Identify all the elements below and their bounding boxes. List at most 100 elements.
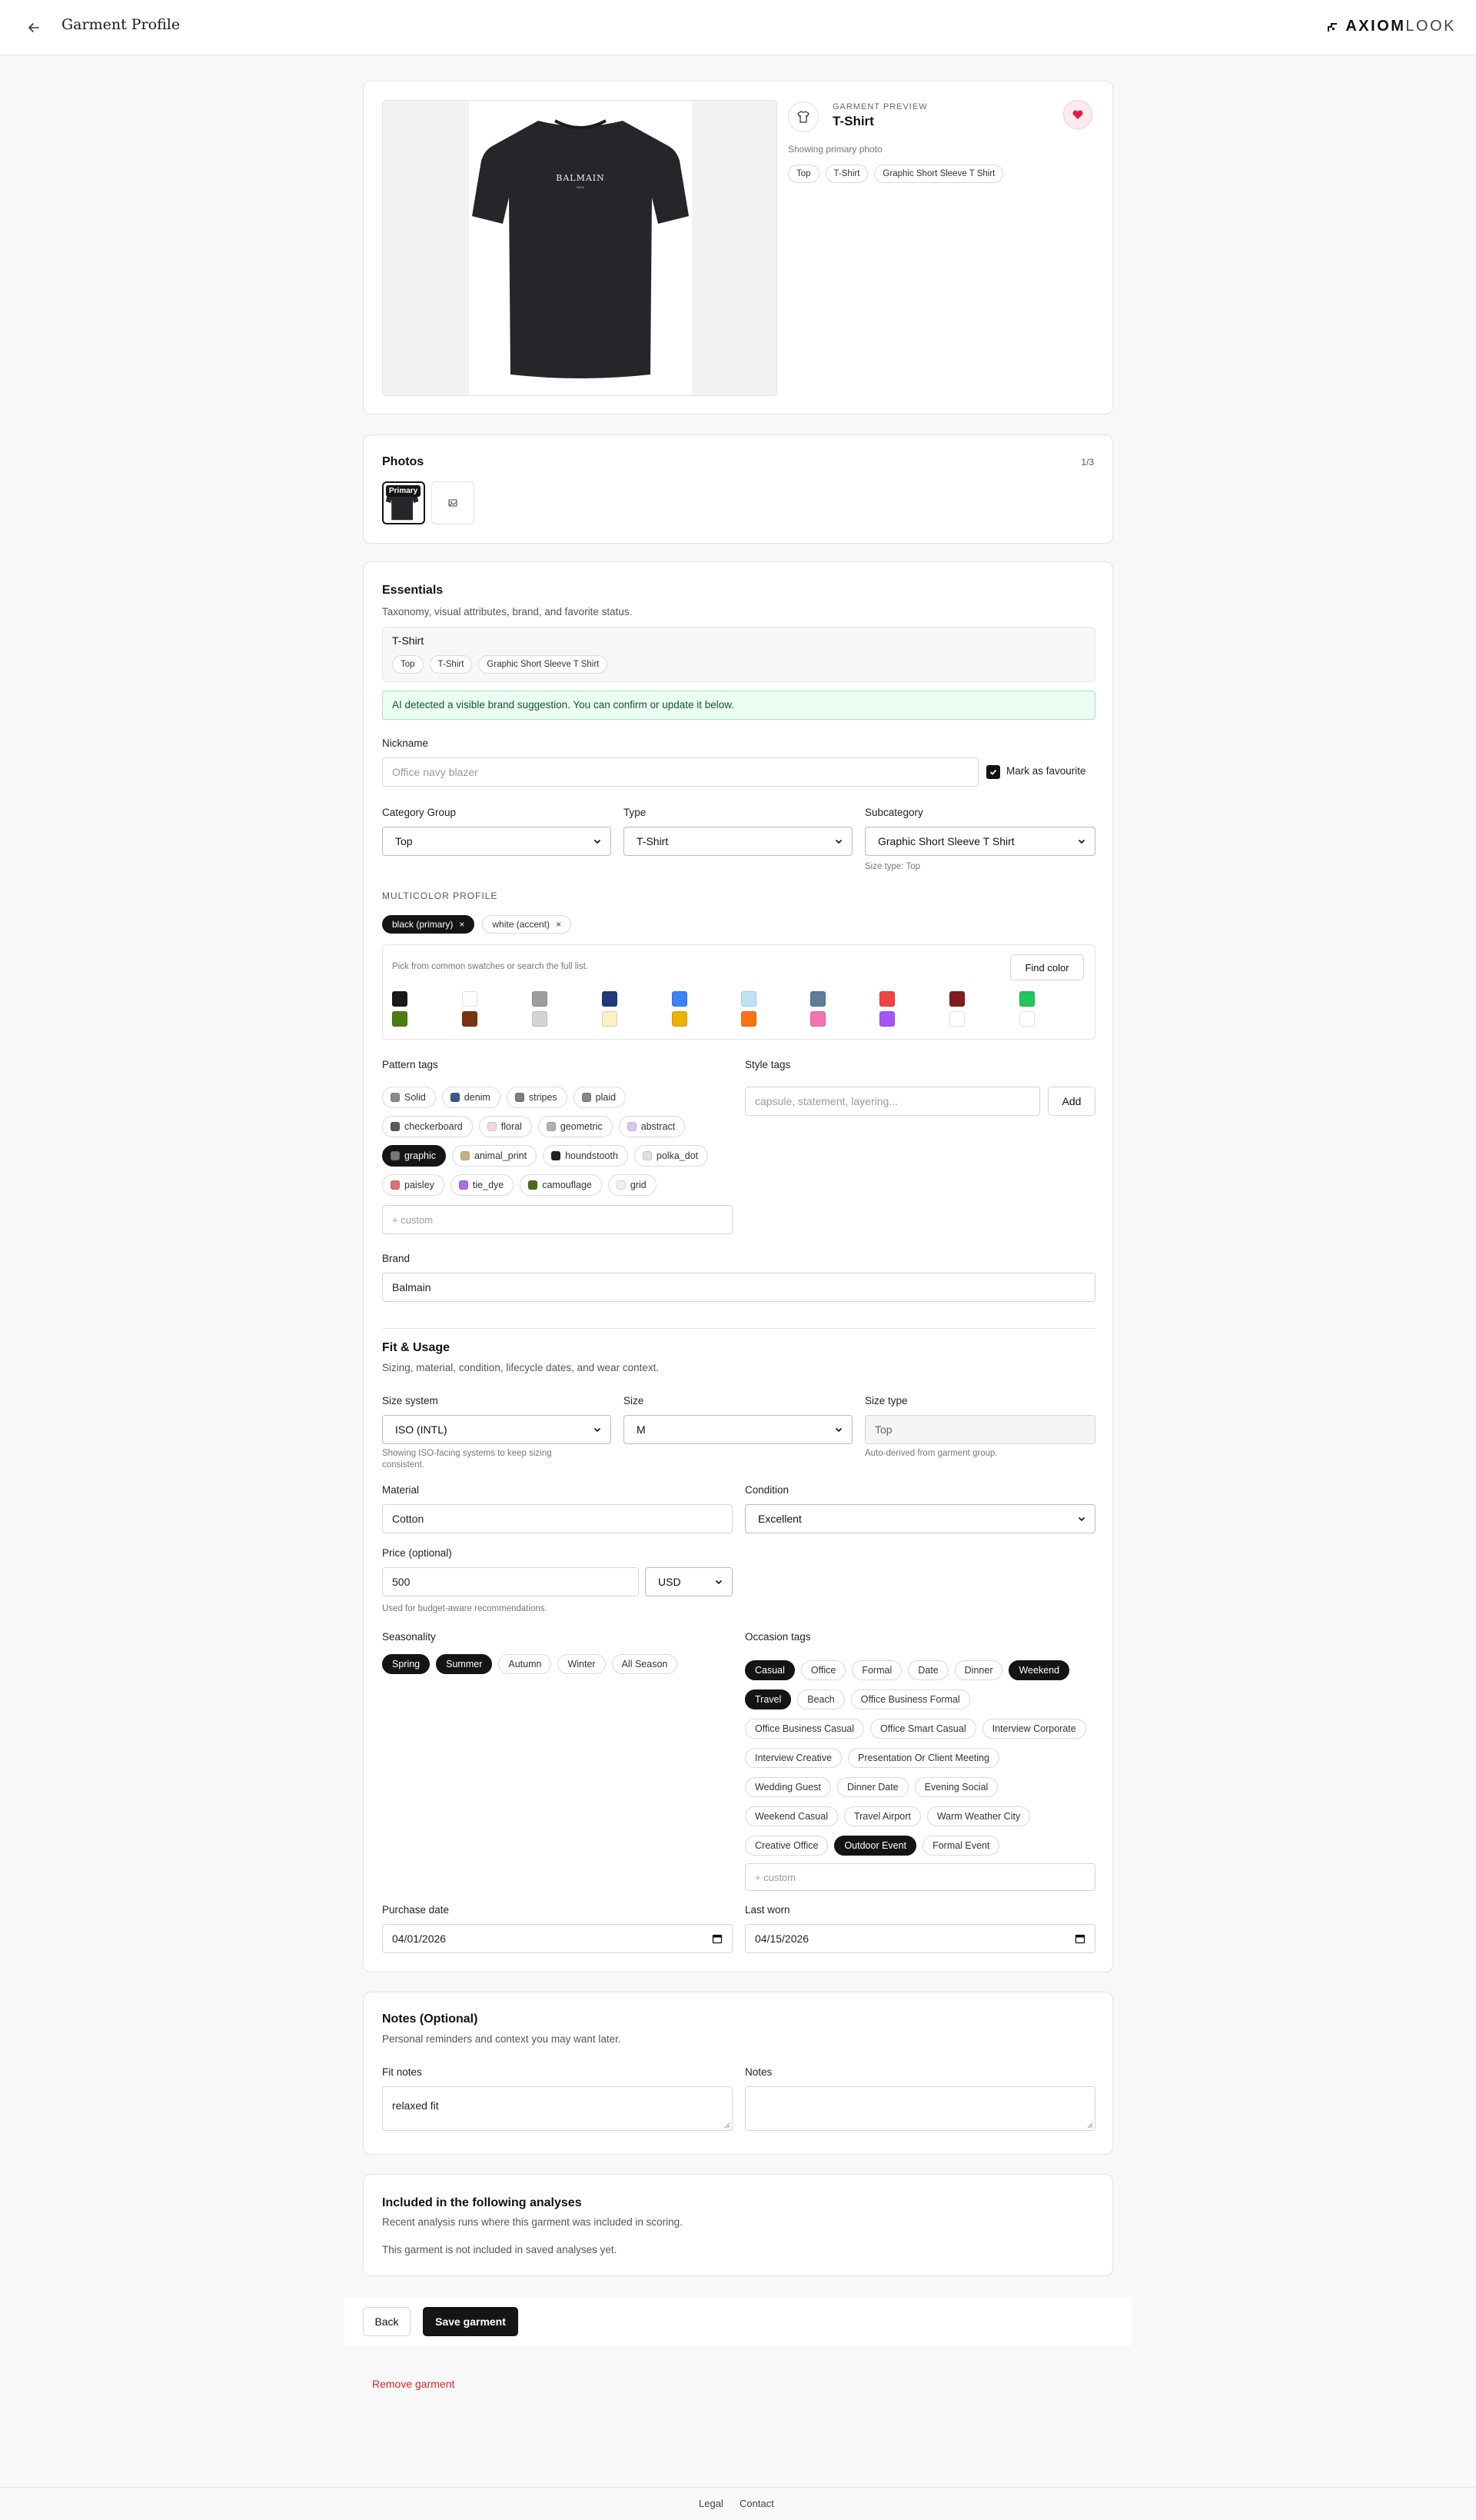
pattern-chip[interactable]: graphic [382,1145,446,1167]
occasion-chip[interactable]: Formal [852,1660,903,1680]
subcategory-select[interactable]: Graphic Short Sleeve T Shirt [865,827,1095,856]
pattern-chip[interactable]: checkerboard [382,1116,473,1137]
color-swatch[interactable] [462,1011,477,1027]
favourite-label[interactable]: Mark as favourite [1006,765,1086,777]
occasion-chip[interactable]: Travel Airport [843,1806,921,1826]
remove-icon[interactable]: × [459,919,464,930]
occasion-chip[interactable]: Interview Corporate [982,1719,1086,1739]
color-swatch[interactable] [1019,1011,1035,1027]
occasion-chip[interactable]: Formal Event [922,1836,1000,1856]
price-input[interactable]: 500 [382,1567,639,1596]
calendar-icon[interactable] [1075,1933,1085,1944]
occasion-chip[interactable]: Weekend [1009,1660,1070,1680]
occasion-custom-input[interactable]: + custom [745,1863,1095,1891]
material-input[interactable]: Cotton [382,1504,733,1533]
brand-logo[interactable]: AXIOMLOOK [1325,18,1456,35]
occasion-chip[interactable]: Evening Social [914,1777,999,1797]
occasion-chip[interactable]: Wedding Guest [745,1777,831,1797]
size-system-select[interactable]: ISO (INTL) [382,1415,611,1444]
color-swatch[interactable] [672,1011,687,1027]
color-swatch[interactable] [949,991,965,1007]
color-swatch[interactable] [879,991,895,1007]
resize-grip-icon[interactable] [723,2121,730,2129]
color-swatch[interactable] [532,991,547,1007]
color-swatch[interactable] [462,991,477,1007]
pattern-chip[interactable]: animal_print [452,1145,537,1167]
size-select[interactable]: M [623,1415,853,1444]
pattern-chip[interactable]: paisley [382,1174,444,1196]
brand-input[interactable]: Balmain [382,1273,1095,1302]
season-chip[interactable]: Spring [382,1654,430,1674]
pattern-chip[interactable]: grid [607,1174,657,1196]
occasion-chip[interactable]: Outdoor Event [834,1836,917,1856]
pattern-chip[interactable]: camouflage [520,1174,602,1196]
color-chip-accent[interactable]: white (accent) × [482,915,572,934]
save-garment-button[interactable]: Save garment [423,2307,518,2336]
color-swatch[interactable] [532,1011,547,1027]
back-button[interactable]: Back [363,2307,411,2336]
style-tags-input[interactable]: capsule, statement, layering... [745,1087,1040,1116]
photo-thumb-primary[interactable]: Primary [382,481,425,524]
currency-select[interactable]: USD [645,1567,733,1596]
occasion-chip[interactable]: Dinner [954,1660,1003,1680]
pattern-chip[interactable]: stripes [506,1087,567,1108]
pattern-chip[interactable]: floral [478,1116,532,1137]
pattern-chip[interactable]: geometric [537,1116,613,1137]
condition-select[interactable]: Excellent [745,1504,1095,1533]
pattern-chip[interactable]: tie_dye [450,1174,514,1196]
occasion-chip[interactable]: Office [800,1660,846,1680]
occasion-chip[interactable]: Presentation Or Client Meeting [848,1748,999,1768]
occasion-chip[interactable]: Creative Office [745,1836,829,1856]
pattern-chip[interactable]: Solid [382,1087,436,1108]
favourite-checkbox[interactable] [986,765,1000,779]
remove-garment-link[interactable]: Remove garment [372,2378,454,2390]
remove-icon[interactable]: × [556,919,561,930]
occasion-chip[interactable]: Office Business Casual [745,1719,864,1739]
resize-grip-icon[interactable] [1085,2121,1093,2129]
season-chip[interactable]: All Season [611,1654,678,1674]
pattern-chip[interactable]: polka_dot [633,1145,709,1167]
purchase-date-input[interactable]: 04/01/2026 [382,1924,733,1953]
pattern-chip[interactable]: plaid [573,1087,627,1108]
season-chip[interactable]: Autumn [498,1654,552,1674]
occasion-chip[interactable]: Travel [745,1689,792,1709]
legal-link[interactable]: Legal [699,2498,723,2509]
pattern-chip[interactable]: abstract [618,1116,686,1137]
occasion-chip[interactable]: Date [908,1660,949,1680]
occasion-chip[interactable]: Warm Weather City [926,1806,1031,1826]
color-swatch[interactable] [949,1011,965,1027]
color-swatch[interactable] [810,1011,826,1027]
style-add-button[interactable]: Add [1048,1087,1095,1116]
pattern-chip[interactable]: houndstooth [543,1145,628,1167]
last-worn-input[interactable]: 04/15/2026 [745,1924,1095,1953]
nickname-input[interactable]: Office navy blazer [382,757,979,787]
season-chip[interactable]: Summer [436,1654,493,1674]
category-select[interactable]: Top [382,827,611,856]
color-swatch[interactable] [672,991,687,1007]
primary-photo-frame[interactable]: BALMAIN PARIS [382,100,777,396]
favorite-button[interactable] [1063,100,1092,129]
occasion-chip[interactable]: Beach [797,1689,845,1709]
color-chip-primary[interactable]: black (primary) × [382,915,475,934]
occasion-chip[interactable]: Interview Creative [745,1748,843,1768]
occasion-chip[interactable]: Office Smart Casual [870,1719,976,1739]
fit-notes-textarea[interactable]: relaxed fit [382,2086,733,2131]
notes-textarea[interactable] [745,2086,1095,2131]
color-swatch[interactable] [1019,991,1035,1007]
color-swatch[interactable] [602,991,617,1007]
color-swatch[interactable] [602,1011,617,1027]
find-color-button[interactable]: Find color [1010,954,1084,980]
occasion-chip[interactable]: Weekend Casual [745,1806,838,1826]
contact-link[interactable]: Contact [740,2498,774,2509]
occasion-chip[interactable]: Casual [745,1660,795,1680]
type-select[interactable]: T-Shirt [623,827,853,856]
back-arrow-icon[interactable] [23,17,45,38]
season-chip[interactable]: Winter [557,1654,606,1674]
pattern-chip[interactable]: denim [441,1087,500,1108]
pattern-custom-input[interactable]: + custom [382,1205,733,1234]
color-swatch[interactable] [810,991,826,1007]
color-swatch[interactable] [879,1011,895,1027]
occasion-chip[interactable]: Dinner Date [836,1777,909,1797]
occasion-chip[interactable]: Office Business Formal [850,1689,970,1709]
color-swatch[interactable] [741,1011,756,1027]
